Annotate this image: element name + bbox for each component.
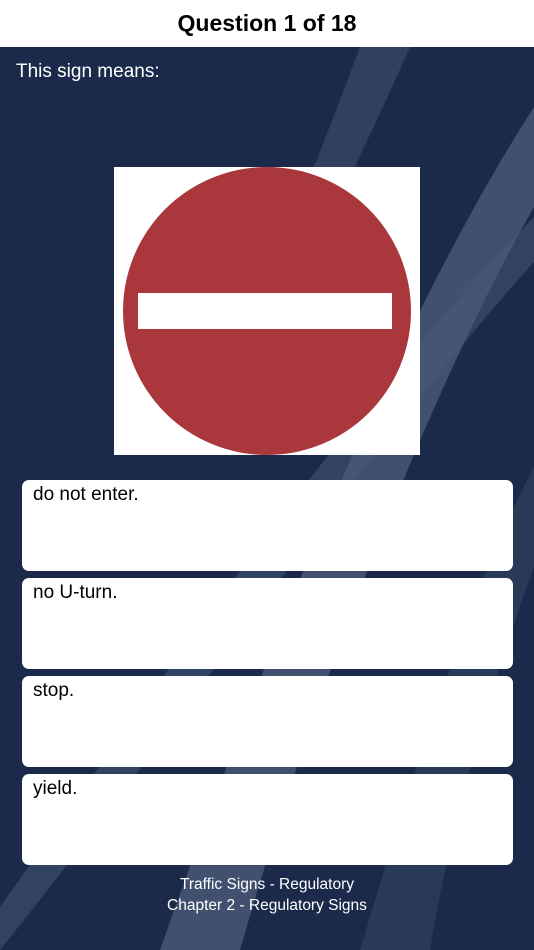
answer-option-3[interactable]: stop. [22, 676, 513, 767]
footer-caption: Traffic Signs - Regulatory Chapter 2 - R… [0, 874, 534, 916]
answer-label: stop. [33, 680, 75, 701]
question-counter: Question 1 of 18 [177, 10, 357, 36]
sign-image [114, 167, 420, 455]
header-bar: Question 1 of 18 [0, 0, 534, 47]
answer-option-1[interactable]: do not enter. [22, 480, 513, 571]
footer-chapter: Chapter 2 - Regulatory Signs [167, 897, 367, 914]
answer-label: yield. [33, 778, 78, 799]
answer-list: do not enter. no U-turn. stop. yield. [22, 480, 513, 872]
quiz-screen: Question 1 of 18 This sign means: do not… [0, 0, 534, 950]
answer-option-4[interactable]: yield. [22, 774, 513, 865]
answer-label: do not enter. [33, 484, 139, 505]
footer-category: Traffic Signs - Regulatory [179, 876, 354, 893]
answer-label: no U-turn. [33, 582, 118, 603]
question-prompt: This sign means: [16, 61, 160, 82]
do-not-enter-sign-icon [123, 167, 411, 455]
answer-option-2[interactable]: no U-turn. [22, 578, 513, 669]
